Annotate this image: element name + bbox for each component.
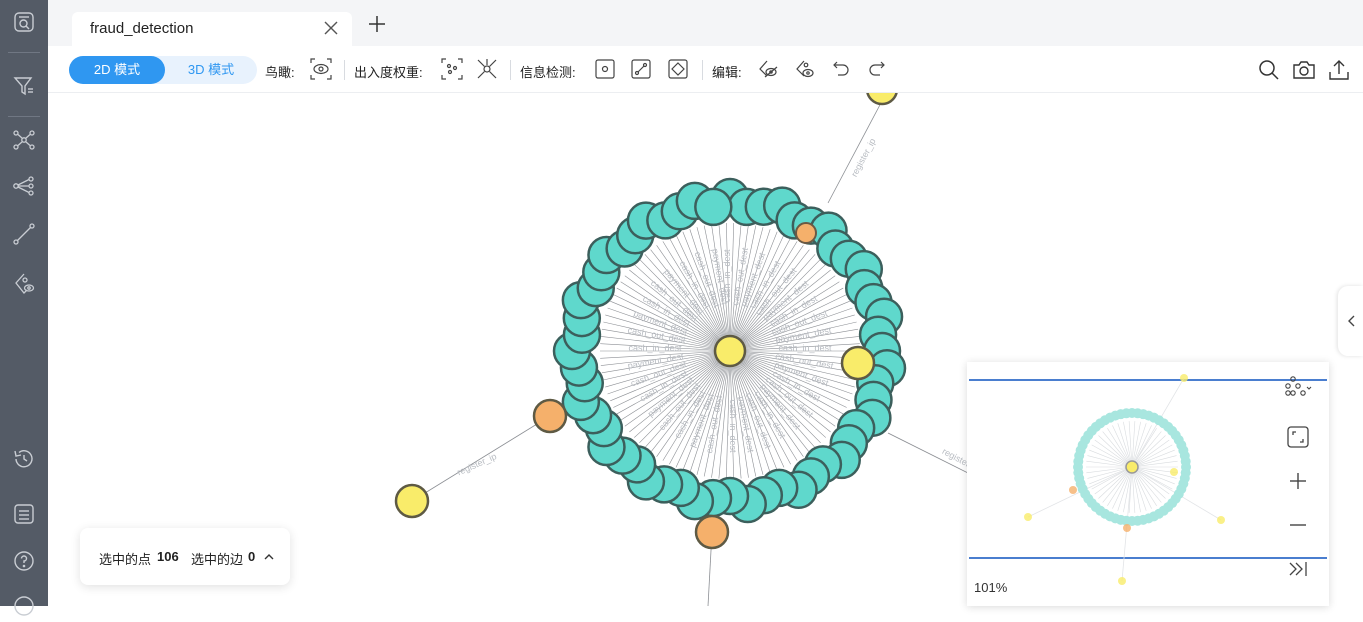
toolbar: 2D 模式 3D 模式 鸟瞰: 出入度权重: 信息检测: 编辑: <box>48 46 1363 93</box>
zoom-in-icon[interactable] <box>1281 464 1315 498</box>
search-panel-icon[interactable] <box>8 6 40 38</box>
node-outer[interactable] <box>394 483 430 519</box>
birdseye-label: 鸟瞰: <box>265 65 295 80</box>
tag-eye-icon[interactable] <box>8 268 40 300</box>
mini-edge <box>1102 431 1133 468</box>
info-check-label: 信息检测: <box>520 65 576 80</box>
mini-node-center <box>1125 460 1139 474</box>
node-outer[interactable] <box>840 345 876 381</box>
zoom-level: 101% <box>974 580 1008 595</box>
degree-spread-icon[interactable] <box>476 58 498 80</box>
node-outer[interactable] <box>866 93 898 106</box>
edge-label: register_ip <box>849 137 878 179</box>
node-account[interactable] <box>694 187 733 227</box>
mini-edge <box>1131 431 1162 468</box>
mini-node <box>1024 513 1032 521</box>
close-icon[interactable] <box>322 19 340 37</box>
camera-icon[interactable] <box>1292 58 1316 82</box>
chevron-up-icon[interactable] <box>263 551 275 563</box>
edit-label: 编辑: <box>712 65 742 80</box>
edge-label: cash_in_dest <box>778 343 832 353</box>
degree-weight-label: 出入度权重: <box>354 65 423 80</box>
mini-node <box>1180 374 1188 382</box>
mini-edge <box>1087 466 1133 479</box>
selected-nodes-count: 106 <box>157 549 179 564</box>
add-tab-icon[interactable] <box>366 13 388 35</box>
more-icon[interactable] <box>8 590 40 622</box>
selected-nodes-label: 选中的点 <box>99 552 152 567</box>
mini-edge <box>1131 455 1177 468</box>
filter-icon[interactable] <box>8 70 40 102</box>
mini-node <box>1118 577 1126 585</box>
tab-bar: fraud_detection <box>48 0 1363 46</box>
search-icon[interactable] <box>1257 58 1281 82</box>
show-icon[interactable] <box>794 58 816 80</box>
mini-edge <box>1131 466 1162 503</box>
left-sidebar <box>0 0 48 616</box>
edge-label: cash_in_dest <box>728 399 738 453</box>
mode-toggle: 2D 模式 3D 模式 <box>69 56 257 84</box>
mini-node <box>1180 456 1191 467</box>
mini-edge <box>1102 466 1133 503</box>
mode-2d-button[interactable]: 2D 模式 <box>69 56 165 84</box>
right-panel-toggle[interactable] <box>1338 286 1363 356</box>
edge-check-icon[interactable] <box>630 58 652 80</box>
degree-focus-icon[interactable] <box>441 58 463 80</box>
path-check-icon[interactable] <box>667 58 689 80</box>
minimap[interactable]: 101% <box>967 362 1329 606</box>
node-check-icon[interactable] <box>594 58 616 80</box>
tab-title: fraud_detection <box>90 20 194 37</box>
help-icon[interactable] <box>8 545 40 577</box>
birdseye-eye-icon[interactable] <box>310 58 332 80</box>
chevron-left-icon <box>1348 315 1355 327</box>
tab-fraud-detection[interactable]: fraud_detection <box>72 12 352 46</box>
mini-node <box>1217 516 1225 524</box>
edge <box>827 100 883 204</box>
node-center[interactable] <box>713 334 747 368</box>
collapse-panel-icon[interactable] <box>1281 552 1315 586</box>
redo-icon[interactable] <box>866 58 888 80</box>
fit-view-icon[interactable] <box>1281 420 1315 454</box>
node-ip[interactable] <box>795 222 817 244</box>
node-outer[interactable] <box>532 398 568 434</box>
selection-summary[interactable]: 选中的点 106 选中的边 0 <box>80 528 290 585</box>
mini-edge <box>1112 425 1133 468</box>
mini-edge <box>1131 425 1152 468</box>
mode-3d-button[interactable]: 3D 模式 <box>165 56 257 84</box>
path-icon[interactable] <box>8 218 40 250</box>
mini-node <box>1069 486 1077 494</box>
mini-node <box>1170 468 1178 476</box>
selected-edges-label: 选中的边 <box>191 552 244 567</box>
mini-edge <box>1087 455 1133 468</box>
upload-icon[interactable] <box>1327 58 1351 82</box>
edge-label: register_ip <box>456 451 498 477</box>
node-outer[interactable] <box>694 514 730 550</box>
zoom-out-icon[interactable] <box>1281 508 1315 542</box>
selected-edges-count: 0 <box>248 549 256 564</box>
share-icon[interactable] <box>8 170 40 202</box>
hide-icon[interactable] <box>757 58 779 80</box>
history-icon[interactable] <box>8 443 40 475</box>
edge-label: cash_in_dest <box>628 343 682 353</box>
mini-node <box>1123 524 1131 532</box>
minimap-graph <box>969 374 1327 585</box>
edge-label: cash_in_dest <box>722 249 732 303</box>
layout-icon[interactable] <box>1281 372 1315 406</box>
undo-icon[interactable] <box>830 58 852 80</box>
network-icon[interactable] <box>8 124 40 156</box>
mini-edge <box>1131 466 1177 479</box>
list-icon[interactable] <box>8 498 40 530</box>
